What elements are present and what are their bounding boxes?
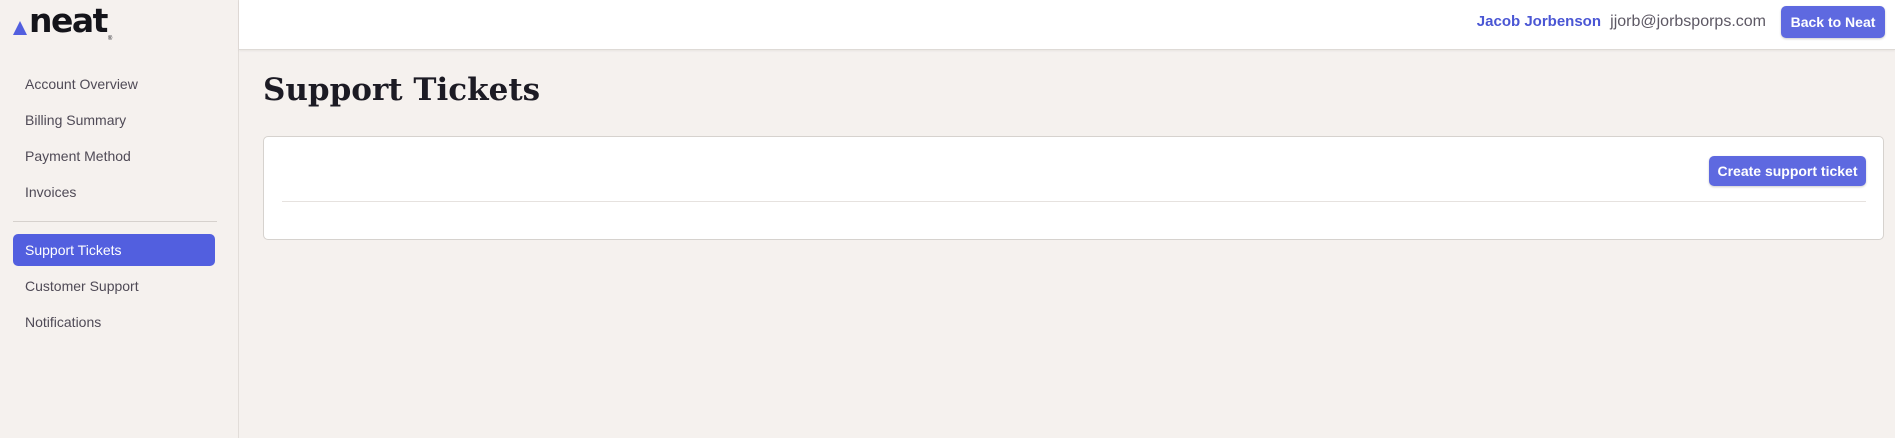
user-name[interactable]: Jacob Jorbenson: [1477, 13, 1601, 30]
create-support-ticket-button[interactable]: Create support ticket: [1709, 156, 1866, 186]
top-header: Jacob Jorbenson jjorb@jorbsporps.com Bac…: [239, 0, 1895, 50]
page-title: Support Tickets: [263, 72, 541, 108]
sidebar-item-invoices[interactable]: Invoices: [13, 176, 215, 208]
support-tickets-panel: Create support ticket: [263, 136, 1884, 240]
sidebar-item-payment-method[interactable]: Payment Method: [13, 140, 215, 172]
logo-triangle-icon: [13, 21, 27, 35]
sidebar-item-customer-support[interactable]: Customer Support: [13, 270, 215, 302]
sidebar: neat ® Account Overview Billing Summary …: [0, 0, 239, 438]
back-to-neat-button[interactable]: Back to Neat: [1781, 6, 1885, 38]
sidebar-item-notifications[interactable]: Notifications: [13, 306, 215, 338]
logo-text: neat: [29, 1, 108, 40]
user-email: jjorb@jorbsporps.com: [1610, 13, 1766, 30]
app-root: neat ® Account Overview Billing Summary …: [0, 0, 1895, 438]
sidebar-item-support-tickets[interactable]: Support Tickets: [13, 234, 215, 266]
neat-logo[interactable]: neat ®: [13, 1, 112, 42]
sidebar-divider: [13, 221, 217, 222]
panel-divider: [282, 201, 1866, 202]
sidebar-item-account-overview[interactable]: Account Overview: [13, 68, 215, 100]
logo-registered-mark: ®: [107, 36, 113, 42]
sidebar-item-billing-summary[interactable]: Billing Summary: [13, 104, 215, 136]
